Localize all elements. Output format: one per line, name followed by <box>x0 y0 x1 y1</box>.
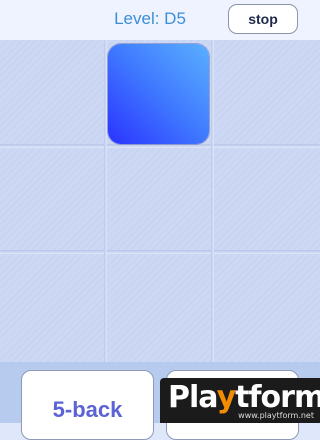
watermark-logo-text: Playtform <box>168 380 320 415</box>
playtform-watermark: Playtform www.playtform.net <box>160 378 320 423</box>
watermark-url: www.playtform.net <box>238 411 314 420</box>
stop-button[interactable]: stop <box>228 4 298 34</box>
grid-divider-vertical <box>211 40 214 362</box>
grid-divider-horizontal <box>0 250 320 254</box>
five-back-label: 5-back <box>52 397 123 422</box>
grid-divider-horizontal <box>0 144 320 148</box>
five-back-button[interactable]: 5-back <box>21 370 154 440</box>
header-bar: Level: D5 stop <box>0 0 320 40</box>
lit-tile <box>108 44 209 144</box>
game-board[interactable] <box>0 40 320 362</box>
grid-divider-vertical <box>104 40 107 362</box>
